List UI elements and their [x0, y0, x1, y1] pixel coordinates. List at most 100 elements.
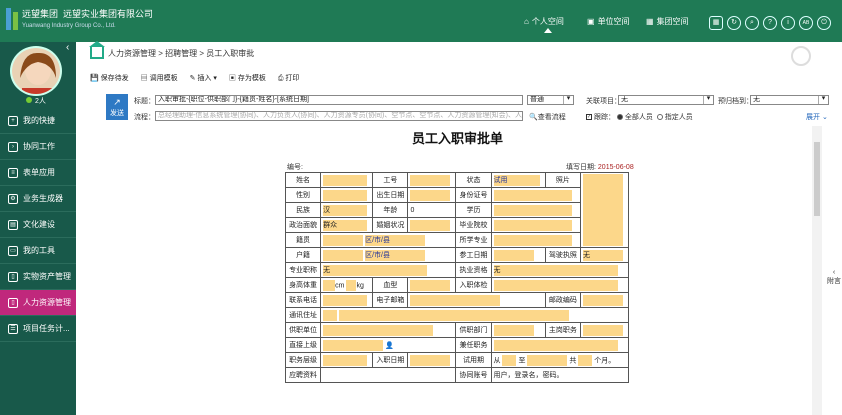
household-region[interactable]: 区/市/县 [365, 249, 426, 261]
sidebar-item-hr[interactable]: ▯ 人力资源管理 [0, 290, 76, 316]
nav-group-space[interactable]: ▦ 集团空间 [646, 16, 689, 27]
blood-select[interactable] [410, 279, 451, 291]
concurrent-field[interactable] [493, 339, 618, 351]
view-flow-button[interactable]: 🔍查看流程 [529, 112, 566, 122]
sidebar-item-label: 人力资源管理 [23, 298, 71, 307]
search-icon[interactable]: ⌕ [745, 16, 759, 30]
sidebar-item-generator[interactable]: ⚙ 业务生成器 [0, 186, 76, 212]
gender-select[interactable] [323, 189, 368, 201]
avatar[interactable] [10, 46, 62, 96]
sidebar-item-shortcuts[interactable]: + 我的快捷 [0, 108, 76, 134]
qualification-field[interactable]: 无 [493, 264, 618, 276]
sidebar-item-assets[interactable]: ▯ 实物资产管理 [0, 264, 76, 290]
doc-icon: ▯ [8, 297, 18, 308]
collapse-icon[interactable]: ‹ [66, 42, 69, 53]
scroll-thumb[interactable] [814, 142, 820, 216]
expand-link[interactable]: 展开 ⌄ [806, 112, 828, 122]
education-select[interactable] [493, 204, 572, 216]
nation-select[interactable]: 汉 [323, 204, 368, 216]
save-draft-button[interactable]: 💾 保存待发 [90, 73, 129, 83]
email-field[interactable] [410, 294, 501, 306]
address-field[interactable] [339, 309, 570, 321]
document-title: 员工入职审批单 [412, 131, 504, 146]
title-rank-field[interactable]: 无 [323, 264, 428, 276]
native-region[interactable]: 区/市/县 [365, 234, 426, 246]
view-flow-label: 查看流程 [537, 114, 566, 121]
major-field[interactable] [493, 234, 572, 246]
grid-icon[interactable]: ▦ [709, 16, 723, 30]
politics-select[interactable]: 群众 [323, 219, 368, 231]
work-date-field[interactable] [493, 249, 534, 261]
id-field[interactable] [493, 189, 572, 201]
toolbar-label: 打印 [285, 75, 300, 82]
person-picker-icon[interactable]: 👤 [385, 342, 394, 349]
school-field[interactable] [493, 219, 572, 231]
ab-switch-icon[interactable]: AB [799, 16, 813, 30]
attachment-panel-toggle[interactable]: ‹ 附言 [826, 268, 842, 308]
marital-select[interactable] [410, 219, 451, 231]
power-icon[interactable]: ⏻ [817, 16, 831, 30]
address-province[interactable] [323, 309, 338, 321]
sidebar-item-forms[interactable]: ≡ 表单应用 [0, 160, 76, 186]
driver-select[interactable]: 无 [582, 249, 623, 261]
all-people-radio[interactable] [616, 114, 623, 121]
subject-input[interactable]: 入职审批-{职位-供职部门}-{籍贯-姓名}-[系统日期] [155, 95, 523, 105]
status-select[interactable]: 试用 [493, 174, 540, 186]
birth-date-field[interactable] [410, 189, 451, 201]
home-icon[interactable] [89, 41, 105, 59]
weight-field[interactable] [346, 279, 357, 291]
photo-upload[interactable] [582, 174, 623, 246]
entry-date-field[interactable] [410, 354, 451, 366]
sidebar-item-culture[interactable]: ▤ 文化建设 [0, 212, 76, 238]
physical-field[interactable] [493, 279, 618, 291]
toolbar-label: 保存待发 [100, 75, 129, 82]
archive-select[interactable]: 无 [750, 95, 829, 105]
call-template-button[interactable]: ▤ 调用模板 [141, 73, 178, 83]
phone-label: 联系电话 [284, 292, 322, 308]
phone-field[interactable] [323, 294, 368, 306]
help-icon[interactable]: ? [763, 16, 777, 30]
job-no-field[interactable] [410, 174, 451, 186]
send-button[interactable]: ↗ 发送 [106, 94, 128, 120]
name-field[interactable] [323, 174, 368, 186]
main-post-field[interactable] [582, 324, 623, 336]
sidebar-item-collaboration[interactable]: › 协同工作 [0, 134, 76, 160]
doc-icon: ▯ [8, 271, 18, 282]
household-province[interactable] [323, 249, 364, 261]
gender-label: 性别 [284, 187, 322, 203]
refresh-icon[interactable]: ↻ [727, 16, 741, 30]
dept-label: 供职部门 [455, 322, 492, 338]
track-checkbox[interactable]: ✓ [586, 114, 592, 121]
specific-people-radio[interactable] [656, 114, 663, 121]
level-field[interactable] [323, 354, 368, 366]
months-label: 个月。 [594, 356, 616, 364]
info-icon[interactable]: i [781, 16, 795, 30]
supervisor-field[interactable] [323, 339, 384, 351]
height-field[interactable] [323, 279, 336, 291]
probation-months[interactable] [578, 354, 593, 366]
probation-start[interactable] [502, 354, 517, 366]
unit-field[interactable] [323, 324, 434, 336]
height-weight-label: 身高体重 [284, 277, 322, 293]
send-label: 发送 [110, 110, 124, 117]
scrollbar[interactable] [812, 126, 822, 415]
sidebar-item-projects[interactable]: ☰ 项目任务计... [0, 316, 76, 342]
flow-label: 流程： [134, 114, 155, 121]
flow-input[interactable]: 总经理助理-信息系统管理(协同)、人力负责人(协同)、人力资源专员(协同)、空节… [155, 111, 523, 121]
nav-personal-space[interactable]: ⌂ 个人空间 [524, 16, 564, 33]
probation-end[interactable] [527, 354, 568, 366]
form-icon: ≡ [8, 167, 18, 178]
sidebar-item-tools[interactable]: ▭ 我的工具 [0, 238, 76, 264]
zip-field[interactable] [582, 294, 623, 306]
insert-button[interactable]: ✎ 插入 ▾ [190, 73, 217, 83]
print-button[interactable]: ⎙ 打印 [278, 73, 300, 83]
hire-data-field[interactable] [323, 369, 434, 381]
save-template-button[interactable]: ▣ 存为模板 [229, 73, 266, 83]
toolbar-label: 存为模板 [237, 75, 266, 82]
priority-select[interactable]: 普通 [527, 95, 574, 105]
nav-label: 单位空间 [597, 17, 630, 26]
dept-field[interactable] [493, 324, 534, 336]
native-province[interactable] [323, 234, 364, 246]
related-project-select[interactable]: 无 [618, 95, 714, 105]
nav-unit-space[interactable]: ▣ 单位空间 [587, 16, 630, 27]
